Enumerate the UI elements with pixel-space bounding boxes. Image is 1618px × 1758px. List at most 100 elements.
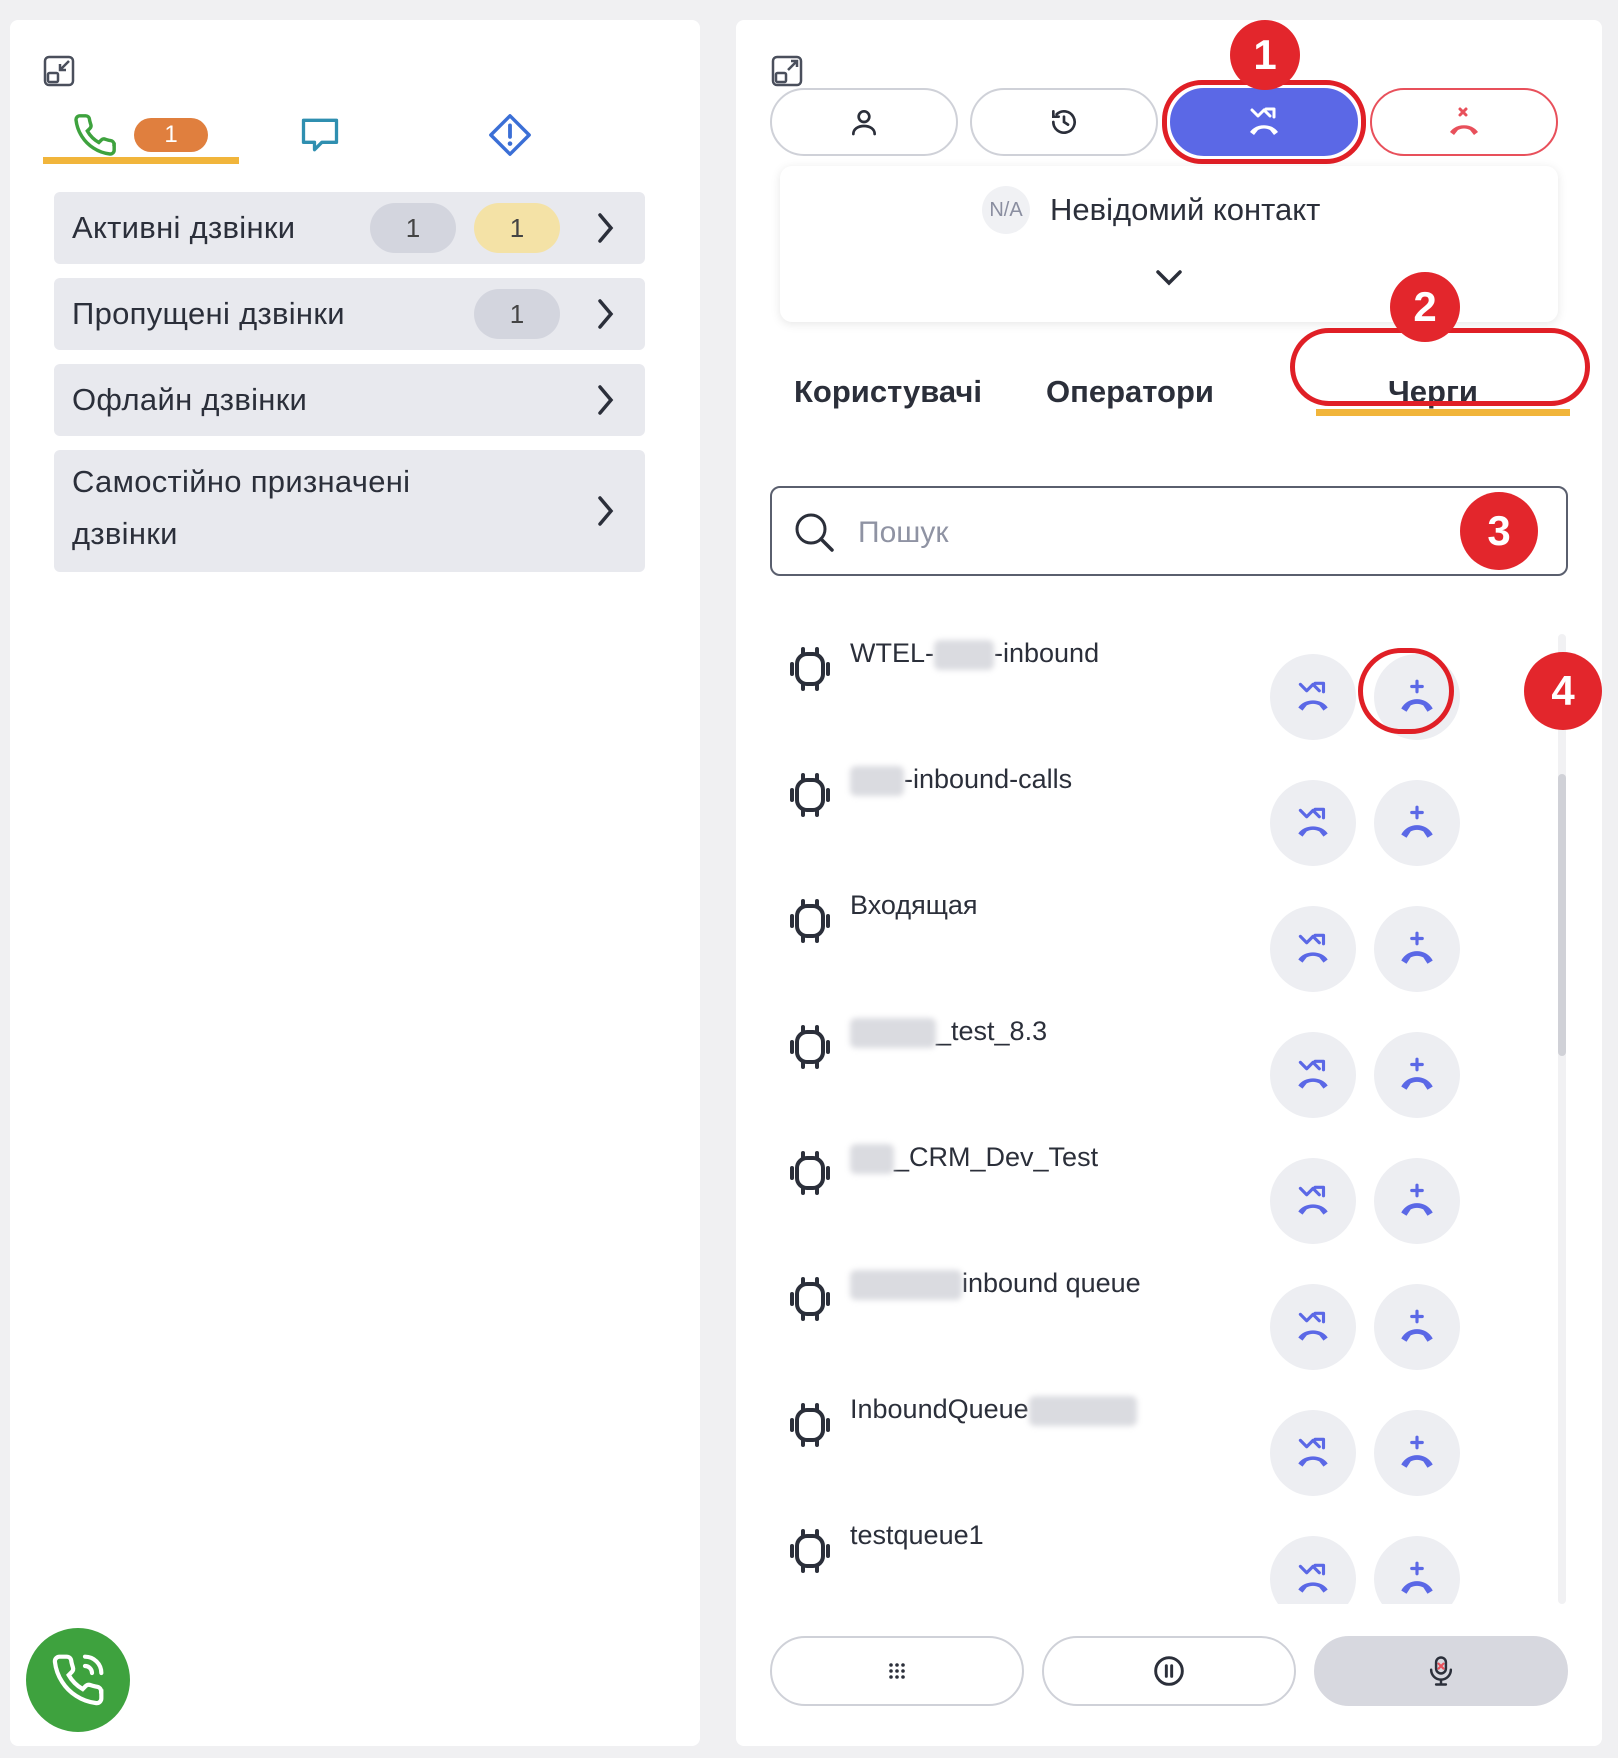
queue-row[interactable]: inbound queue xyxy=(770,1240,1530,1370)
queue-name: testqueue1 xyxy=(850,1520,984,1551)
queue-list-scrollbar[interactable] xyxy=(1558,634,1566,1604)
queue-row[interactable]: _CRM_Dev_Test xyxy=(770,1114,1530,1244)
queue-name-prefix: Входящая xyxy=(850,890,978,920)
tab-users[interactable]: Користувачі xyxy=(794,374,982,410)
chat-icon xyxy=(301,118,339,152)
phone-fab-button[interactable] xyxy=(26,1628,130,1732)
queue-robot-icon xyxy=(790,1277,830,1321)
self-assigned-calls-row[interactable]: Самостійно призначені дзвінки xyxy=(54,450,645,572)
highlight-ring-queues-tab xyxy=(1290,328,1590,406)
tab-operators[interactable]: Оператори xyxy=(1046,374,1214,410)
queue-robot-icon xyxy=(790,1025,830,1069)
transfer-to-queue-button[interactable] xyxy=(1270,1410,1356,1496)
search-box xyxy=(770,486,1568,576)
self-assigned-label-line1: Самостійно призначені xyxy=(72,464,411,499)
queue-robot-icon xyxy=(790,899,830,943)
chevron-right-icon xyxy=(598,385,614,415)
queue-robot-icon xyxy=(790,1151,830,1195)
user-icon xyxy=(852,110,876,136)
chevron-down-icon[interactable] xyxy=(1154,268,1184,288)
collapse-icon[interactable] xyxy=(42,54,76,88)
transfer-call-icon xyxy=(1298,1059,1328,1089)
add-call-icon xyxy=(1401,1183,1433,1216)
offline-calls-row[interactable]: Офлайн дзвінки xyxy=(54,364,645,436)
history-button[interactable] xyxy=(970,88,1158,156)
transfer-to-queue-button[interactable] xyxy=(1270,654,1356,740)
hangup-button[interactable] xyxy=(1370,88,1558,156)
transfer-call-icon xyxy=(1298,1437,1328,1467)
scrollbar-thumb[interactable] xyxy=(1558,774,1566,1056)
self-assigned-label-line2: дзвінки xyxy=(72,516,178,551)
queue-name: Входящая xyxy=(850,890,978,921)
queue-name: -inbound-calls xyxy=(850,764,1072,796)
queue-row[interactable]: InboundQueue xyxy=(770,1366,1530,1496)
transfer-call-icon xyxy=(1298,681,1328,711)
transfer-to-queue-button[interactable] xyxy=(1270,1536,1356,1604)
add-queue-to-call-button[interactable] xyxy=(1374,1536,1460,1604)
add-call-icon xyxy=(1401,1561,1433,1594)
missed-calls-count: 1 xyxy=(474,289,560,339)
calls-panel: 1 Активні дзвінки 1 1 Пропущені дзвінки … xyxy=(10,20,700,1746)
active-tab-underline xyxy=(43,157,239,164)
queue-name-prefix: WTEL- xyxy=(850,638,934,668)
active-tab-underline xyxy=(1316,409,1570,416)
alert-diamond-icon xyxy=(489,114,531,156)
queue-name: _test_8.3 xyxy=(850,1016,1047,1048)
tab-chats[interactable] xyxy=(280,100,360,170)
expand-icon[interactable] xyxy=(770,54,804,88)
hold-button[interactable] xyxy=(1042,1636,1296,1706)
chevron-right-icon xyxy=(598,496,614,526)
redacted-text xyxy=(934,639,994,670)
add-queue-to-call-button[interactable] xyxy=(1374,1284,1460,1370)
queue-name: InboundQueue xyxy=(850,1394,1137,1426)
tab-alerts[interactable] xyxy=(470,100,550,170)
add-queue-to-call-button[interactable] xyxy=(1374,1410,1460,1496)
highlight-ring-transfer xyxy=(1162,80,1366,164)
queue-robot-icon xyxy=(790,1403,830,1447)
active-calls-label: Активні дзвінки xyxy=(72,210,296,245)
redacted-text xyxy=(850,765,904,796)
queue-name: WTEL- -inbound xyxy=(850,638,1099,670)
queue-row[interactable]: testqueue1 xyxy=(770,1492,1530,1604)
queue-row[interactable]: _test_8.3 xyxy=(770,988,1530,1118)
dialpad-button[interactable] xyxy=(770,1636,1024,1706)
active-calls-count: 1 xyxy=(370,203,456,253)
search-icon xyxy=(795,513,834,552)
queue-list: WTEL- -inbound -inbound-calls Входящая _test… xyxy=(770,610,1530,1604)
queue-robot-icon xyxy=(790,1529,830,1573)
chevron-right-icon xyxy=(598,213,614,243)
step-marker-1: 1 xyxy=(1230,20,1300,90)
queue-name-suffix: inbound queue xyxy=(962,1268,1141,1298)
transfer-to-queue-button[interactable] xyxy=(1270,1032,1356,1118)
transfer-to-queue-button[interactable] xyxy=(1270,1158,1356,1244)
active-calls-row[interactable]: Активні дзвінки 1 1 xyxy=(54,192,645,264)
missed-calls-label: Пропущені дзвінки xyxy=(72,296,345,331)
queue-row[interactable]: Входящая xyxy=(770,862,1530,992)
add-queue-to-call-button[interactable] xyxy=(1374,1032,1460,1118)
transfer-call-icon xyxy=(1298,1311,1328,1341)
add-call-icon xyxy=(1401,931,1433,964)
queue-name-prefix: InboundQueue xyxy=(850,1394,1029,1424)
highlight-ring-add-to-queue xyxy=(1358,648,1454,734)
mute-button[interactable] xyxy=(1314,1636,1568,1706)
transfer-to-queue-button[interactable] xyxy=(1270,906,1356,992)
search-input[interactable] xyxy=(856,510,1380,556)
transfer-call-icon xyxy=(1298,807,1328,837)
add-queue-to-call-button[interactable] xyxy=(1374,906,1460,992)
add-call-icon xyxy=(1401,805,1433,838)
call-transfer-panel: 1 N/A Невідомий контакт Користувачі Опер… xyxy=(736,20,1602,1746)
add-queue-to-call-button[interactable] xyxy=(1374,780,1460,866)
mic-icon xyxy=(1429,1656,1453,1686)
contact-button[interactable] xyxy=(770,88,958,156)
queue-name-suffix: _CRM_Dev_Test xyxy=(894,1142,1099,1172)
queue-robot-icon xyxy=(790,647,830,691)
transfer-to-queue-button[interactable] xyxy=(1270,1284,1356,1370)
transfer-to-queue-button[interactable] xyxy=(1270,780,1356,866)
queue-name: inbound queue xyxy=(850,1268,1141,1300)
active-calls-pending-count: 1 xyxy=(474,203,560,253)
queue-name-suffix: _test_8.3 xyxy=(936,1016,1048,1046)
add-queue-to-call-button[interactable] xyxy=(1374,1158,1460,1244)
queue-row[interactable]: -inbound-calls xyxy=(770,736,1530,866)
missed-calls-row[interactable]: Пропущені дзвінки 1 xyxy=(54,278,645,350)
add-call-icon xyxy=(1401,1435,1433,1468)
